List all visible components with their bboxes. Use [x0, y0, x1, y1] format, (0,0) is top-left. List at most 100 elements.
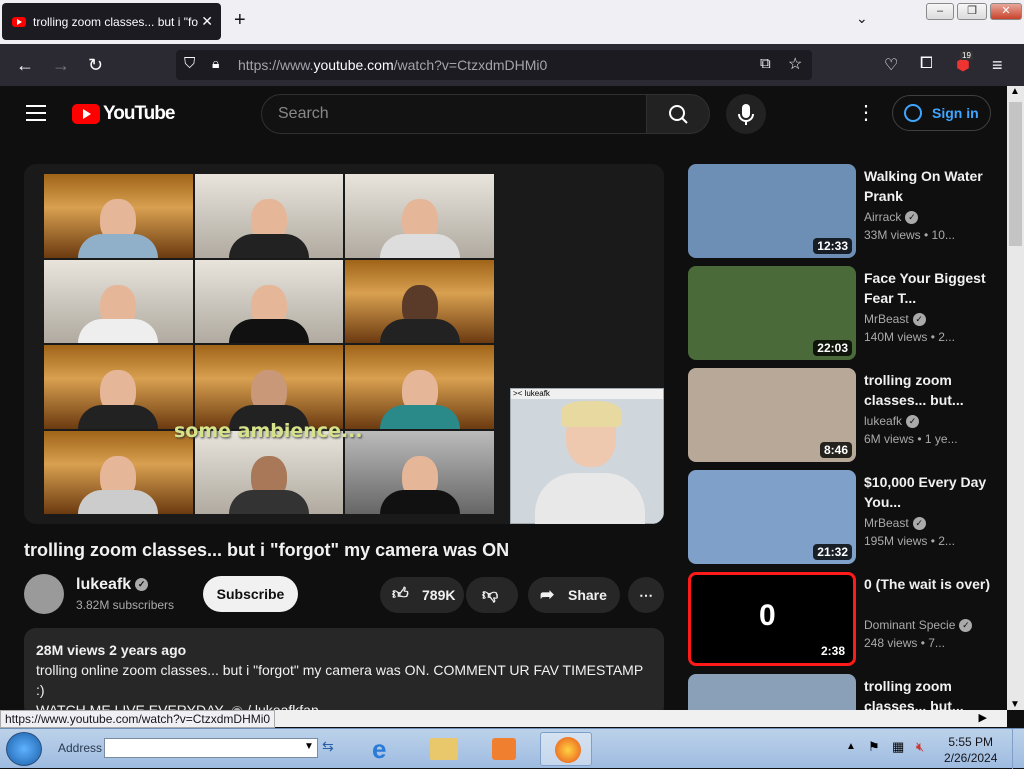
lock-icon[interactable]: 🔒︎ — [212, 55, 219, 72]
like-count: 789K — [422, 587, 456, 603]
firefox-taskbar-icon[interactable] — [540, 732, 592, 766]
tracking-shield-icon[interactable]: ⛉ — [184, 55, 195, 72]
views-and-date: 28M views 2 years ago — [36, 642, 187, 658]
recommendation-item[interactable]: 0 2:38 0 (The wait is over) Dominant Specie… — [688, 572, 1008, 668]
recommendation-title[interactable]: Walking On Water Prank — [864, 166, 994, 206]
recommendation-item[interactable]: 21:32 $10,000 Every Day You... MrBeast ✓ 195… — [688, 470, 1008, 566]
recommendation-thumbnail[interactable]: 21:32 — [688, 470, 856, 564]
recommendation-channel[interactable]: MrBeast ✓ — [864, 312, 926, 327]
settings-more-icon[interactable]: ⋮ — [856, 100, 876, 125]
url-bar[interactable]: ⛉ 🔒︎ https://www.youtube.com/watch?v=Ctz… — [176, 50, 812, 80]
recommendation-thumbnail[interactable]: 12:33 — [688, 164, 856, 258]
forward-icon[interactable]: → — [52, 55, 70, 76]
more-actions-button[interactable]: ⋯ — [628, 577, 664, 613]
verified-icon: ✓ — [912, 313, 926, 327]
extension-badge: 19 — [960, 51, 973, 60]
reload-icon[interactable]: ↻ — [88, 55, 103, 76]
address-toolbar-input[interactable] — [104, 738, 318, 758]
recommendation-views: 6M views • 1 ye... — [864, 432, 958, 446]
back-icon[interactable]: ← — [16, 55, 34, 76]
streamer-camera: >< lukeafk — [510, 388, 664, 524]
recommendation-thumbnail[interactable]: 22:03 — [688, 266, 856, 360]
recommendation-title[interactable]: 0 (The wait is over) — [864, 574, 994, 594]
show-desktop-button[interactable] — [1012, 729, 1024, 769]
list-all-tabs-icon[interactable]: ⌄ — [856, 10, 868, 27]
file-explorer-icon[interactable] — [418, 732, 470, 766]
participant-tile — [44, 174, 193, 258]
scroll-right-icon[interactable]: ▶ — [979, 711, 987, 724]
action-center-flag-icon[interactable]: ⚑ — [868, 739, 880, 755]
recommendation-title[interactable]: Face Your Biggest Fear T... — [864, 268, 994, 308]
recommendation-item[interactable]: 8:46 trolling zoom classes... but... lukea… — [688, 368, 1008, 464]
account-icon — [904, 104, 922, 122]
channel-name[interactable]: lukeafk ✓ — [76, 576, 149, 594]
description-box[interactable]: 28M views 2 years ago trolling online zo… — [24, 628, 664, 718]
address-dropdown-icon[interactable]: ▼ — [304, 741, 314, 752]
vertical-scrollbar[interactable]: ▲ ▼ — [1007, 86, 1024, 710]
video-player[interactable]: some ambience... >< lukeafk — [24, 164, 664, 524]
search-button[interactable] — [646, 94, 710, 134]
search-input[interactable]: Search — [261, 94, 647, 134]
go-arrow-icon[interactable]: ⇆ — [322, 738, 334, 755]
extensions-icon[interactable]: ⧠ — [920, 55, 933, 73]
recommendation-channel[interactable]: Airrack ✓ — [864, 210, 919, 225]
volume-muted-icon[interactable]: 🔇︎ — [916, 739, 924, 755]
internet-explorer-icon[interactable]: e — [358, 732, 410, 766]
pocket-icon[interactable]: ♡ — [884, 55, 898, 75]
dislike-button[interactable]: 👎︎ — [466, 577, 518, 613]
voice-search-button[interactable] — [726, 94, 766, 134]
thumbs-up-icon: 👍︎ — [392, 586, 409, 603]
participant-tile — [44, 259, 193, 343]
logo-text: YouTube — [103, 103, 175, 124]
clock-date: 2/26/2024 — [944, 751, 998, 765]
recommendation-title[interactable]: trolling zoom classes... but... — [864, 676, 994, 710]
guide-menu-icon[interactable] — [26, 105, 46, 121]
bookmark-star-icon[interactable]: ☆ — [788, 54, 802, 74]
youtube-logo[interactable]: YouTube — [72, 103, 175, 125]
recommendation-item[interactable]: 12:33 Walking On Water Prank Airrack ✓ 33M v… — [688, 164, 1008, 260]
recommendation-title[interactable]: trolling zoom classes... but... — [864, 370, 994, 410]
tab-close-icon[interactable]: ✕ — [201, 13, 213, 30]
recommendation-item[interactable]: trolling zoom classes... but... — [688, 674, 1008, 710]
minimize-button[interactable]: – — [926, 3, 954, 20]
share-button[interactable]: ➦ Share — [528, 577, 620, 613]
url-text: https://www.youtube.com/watch?v=CtzxdmDH… — [238, 57, 548, 73]
new-tab-icon[interactable]: + — [234, 9, 246, 32]
media-player-icon[interactable] — [478, 732, 530, 766]
scrollbar-thumb[interactable] — [1009, 102, 1022, 246]
recommendation-thumbnail[interactable] — [688, 674, 856, 710]
participant-tile — [194, 345, 344, 429]
verified-icon: ✓ — [135, 578, 149, 592]
recommendation-channel[interactable]: lukeafk ✓ — [864, 414, 920, 429]
system-clock[interactable]: 5:55 PM 2/26/2024 — [944, 734, 997, 766]
verified-icon: ✓ — [906, 415, 920, 429]
recommendation-title[interactable]: $10,000 Every Day You... — [864, 472, 994, 512]
participant-tile — [194, 174, 344, 258]
recommendation-channel[interactable]: Dominant Specie ✓ — [864, 618, 973, 633]
scroll-up-icon[interactable]: ▲ — [1010, 86, 1020, 97]
channel-avatar[interactable] — [24, 574, 64, 614]
recommendation-thumbnail[interactable]: 0 2:38 — [688, 572, 856, 666]
recommendation-thumbnail[interactable]: 8:46 — [688, 368, 856, 462]
like-button[interactable]: 👍︎ 789K — [380, 577, 464, 613]
app-menu-icon[interactable]: ≡ — [992, 55, 1003, 76]
maximize-button[interactable]: ❐ — [957, 3, 987, 20]
youtube-favicon-icon — [12, 16, 26, 27]
duration-badge: 22:03 — [813, 340, 852, 356]
start-button[interactable] — [6, 732, 42, 766]
picture-in-picture-icon[interactable]: ⧉ — [760, 55, 771, 72]
youtube-play-icon — [72, 104, 100, 124]
scroll-down-icon[interactable]: ▼ — [1010, 699, 1020, 710]
sign-in-button[interactable]: Sign in — [892, 95, 991, 131]
more-horizontal-icon: ⋯ — [639, 587, 653, 603]
network-icon[interactable]: ▦ — [892, 739, 904, 755]
address-toolbar-label: Address — [58, 741, 103, 755]
subscribe-button[interactable]: Subscribe — [203, 576, 298, 612]
sign-in-label: Sign in — [932, 105, 979, 121]
tray-expand-icon[interactable]: ▲ — [846, 741, 856, 752]
recommendation-channel[interactable]: MrBeast ✓ — [864, 516, 926, 531]
browser-tab-active[interactable]: trolling zoom classes... but i "fo ✕ — [2, 3, 221, 40]
participant-tile — [345, 259, 494, 343]
window-close-button[interactable]: ✕ — [990, 3, 1022, 20]
recommendation-item[interactable]: 22:03 Face Your Biggest Fear T... MrBeast ✓… — [688, 266, 1008, 362]
